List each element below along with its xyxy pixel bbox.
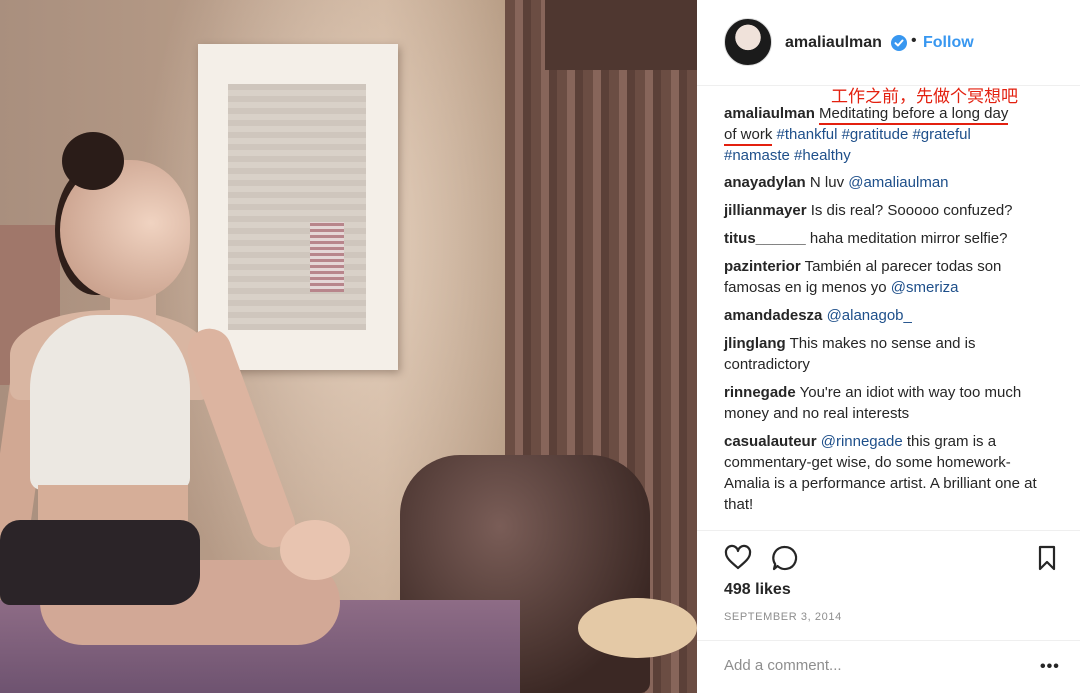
caption-text: Meditating before a long day (819, 105, 1009, 125)
comments-list: amaliaulman Meditating before a long day… (724, 103, 1054, 522)
comment-username[interactable]: jillianmayer (724, 202, 807, 219)
comment-username[interactable]: casualauteur (724, 433, 817, 450)
wall-art-stripe (310, 222, 344, 292)
header-separator: • (911, 32, 917, 49)
heart-icon[interactable] (723, 543, 753, 573)
caption: amaliaulman Meditating before a long day… (724, 103, 1054, 166)
comment-username[interactable]: pazinterior (724, 258, 801, 275)
more-options-icon[interactable]: ••• (1040, 658, 1060, 676)
figure-crop-top (30, 315, 190, 490)
comment-mention[interactable]: @smeriza (891, 279, 959, 296)
comment-text: N luv (809, 174, 849, 191)
likes-count[interactable]: 498 likes (724, 581, 791, 599)
post-photo[interactable] (0, 0, 697, 693)
figure-hair-bun (62, 132, 124, 190)
comment-item: anayadylan N luv @amaliaulman (724, 172, 1054, 193)
figure-shorts (0, 520, 200, 605)
figure-hand (280, 520, 350, 580)
comment-username[interactable]: jlinglang (724, 335, 786, 352)
comments-fade (697, 518, 1080, 530)
comment-item: rinnegade You're an idiot with way too m… (724, 382, 1054, 424)
comment-item: amandadesza @alanagob_ (724, 305, 1054, 326)
comment-username[interactable]: titus______ (724, 230, 806, 247)
add-comment-input[interactable] (724, 657, 1024, 674)
comment-item: casualauteur @rinnegade this gram is a c… (724, 431, 1054, 515)
comment-item: titus______ haha meditation mirror selfi… (724, 228, 1054, 249)
comment-bubble-icon[interactable] (770, 543, 800, 573)
comment-username[interactable]: amandadesza (724, 307, 822, 324)
caption-hashtags-2[interactable]: #namaste #healthy (724, 147, 851, 164)
comment-item: jlinglang This makes no sense and is con… (724, 333, 1054, 375)
comment-item: pazinterior También al parecer todas son… (724, 256, 1054, 298)
curtain-valance (545, 0, 697, 70)
add-comment-bar: ••• (697, 640, 1080, 693)
post-panel: amaliaulman • Follow 工作之前，先做个冥想吧 amaliau… (697, 0, 1080, 693)
action-bar (697, 530, 1080, 582)
comment-mention[interactable]: @rinnegade (821, 433, 903, 450)
bookmark-icon[interactable] (1032, 543, 1062, 573)
post-date: SEPTEMBER 3, 2014 (724, 611, 842, 623)
side-table (578, 598, 697, 658)
caption-text-cont: of work (724, 126, 773, 146)
verified-badge-icon (891, 35, 907, 51)
comment-username[interactable]: anayadylan (724, 174, 806, 191)
comment-text: Is dis real? Sooooo confuzed? (810, 202, 1013, 219)
follow-button[interactable]: Follow (923, 34, 974, 52)
comment-mention[interactable]: @alanagob_ (827, 307, 912, 324)
caption-username[interactable]: amaliaulman (724, 105, 815, 122)
comment-mention[interactable]: @amaliaulman (848, 174, 948, 191)
caption-hashtags[interactable]: #thankful #gratitude #grateful (777, 126, 971, 143)
author-username[interactable]: amaliaulman (785, 34, 882, 52)
avatar[interactable] (724, 18, 772, 66)
wall-art (228, 84, 366, 330)
comment-text: haha meditation mirror selfie? (809, 230, 1008, 247)
post-header: amaliaulman • Follow (697, 0, 1080, 86)
comment-username[interactable]: rinnegade (724, 384, 796, 401)
comment-item: jillianmayer Is dis real? Sooooo confuze… (724, 200, 1054, 221)
wall-picture-frame (198, 44, 398, 370)
